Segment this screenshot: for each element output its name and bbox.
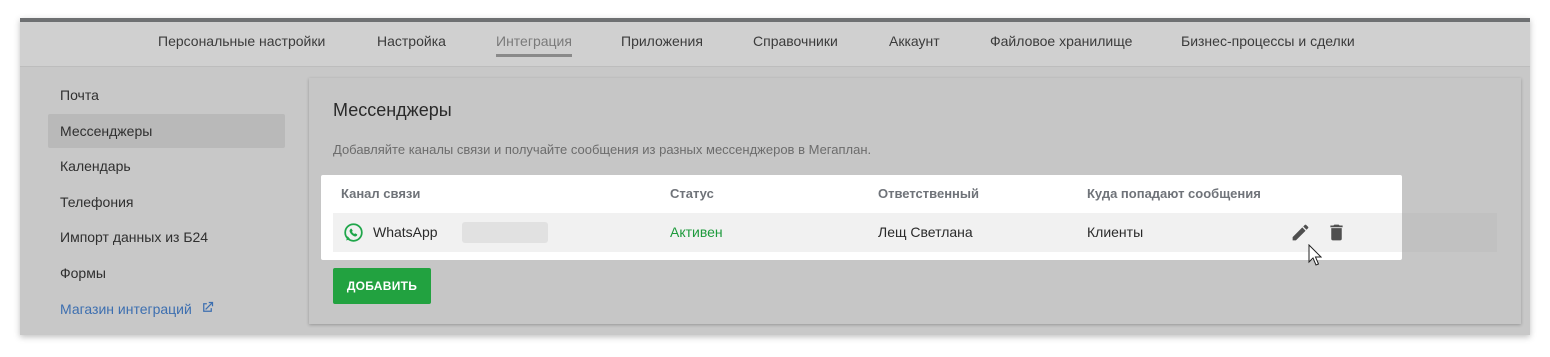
nav-personal-settings[interactable]: Персональные настройки [158,33,325,49]
page-description: Добавляйте каналы связи и получайте сооб… [333,142,872,157]
nav-file-storage[interactable]: Файловое хранилище [990,33,1132,49]
redacted-phone-number [462,222,548,243]
sidebar-item-messengers[interactable]: Мессенджеры [48,114,285,148]
column-header-status: Статус [670,186,714,201]
message-destination: Клиенты [1087,224,1144,240]
column-header-destination: Куда попадают сообщения [1087,186,1261,201]
add-channel-button[interactable]: ДОБАВИТЬ [333,268,431,304]
sidebar-item-import-b24[interactable]: Импорт данных из Б24 [48,220,285,254]
column-header-channel: Канал связи [341,186,421,201]
nav-business-processes[interactable]: Бизнес-процессы и сделки [1181,33,1355,49]
nav-applications[interactable]: Приложения [621,33,703,49]
external-link-icon [200,293,215,327]
nav-integration[interactable]: Интеграция [496,33,572,57]
sidebar-item-integration-store[interactable]: Магазин интеграций [48,292,285,326]
column-header-responsible: Ответственный [878,186,979,201]
messengers-panel: Мессенджеры Добавляйте каналы связи и по… [309,78,1521,324]
nav-directories[interactable]: Справочники [753,33,838,49]
mouse-cursor-icon [1308,243,1323,271]
page-title: Мессенджеры [333,100,452,120]
app-window: Персональные настройки Настройка Интегра… [20,18,1530,335]
status-badge: Активен [670,224,723,240]
table-row[interactable]: WhatsApp Активен Лещ Светлана Клиенты [333,213,1402,252]
row-background [1402,213,1497,252]
whatsapp-icon [343,222,364,243]
channel-name: WhatsApp [373,224,438,240]
sidebar-item-forms[interactable]: Формы [48,256,285,290]
sidebar-item-mail[interactable]: Почта [48,78,285,112]
integration-store-link[interactable]: Магазин интеграций [60,301,192,317]
nav-account[interactable]: Аккаунт [889,33,940,49]
sidebar-item-calendar[interactable]: Календарь [48,149,285,183]
sidebar-item-telephony[interactable]: Телефония [48,185,285,219]
top-navigation: Персональные настройки Настройка Интегра… [20,22,1530,67]
channels-table: Канал связи Статус Ответственный Куда по… [321,175,1402,260]
responsible-user: Лещ Светлана [878,224,973,240]
trash-icon[interactable] [1326,222,1347,248]
nav-settings[interactable]: Настройка [377,33,446,49]
